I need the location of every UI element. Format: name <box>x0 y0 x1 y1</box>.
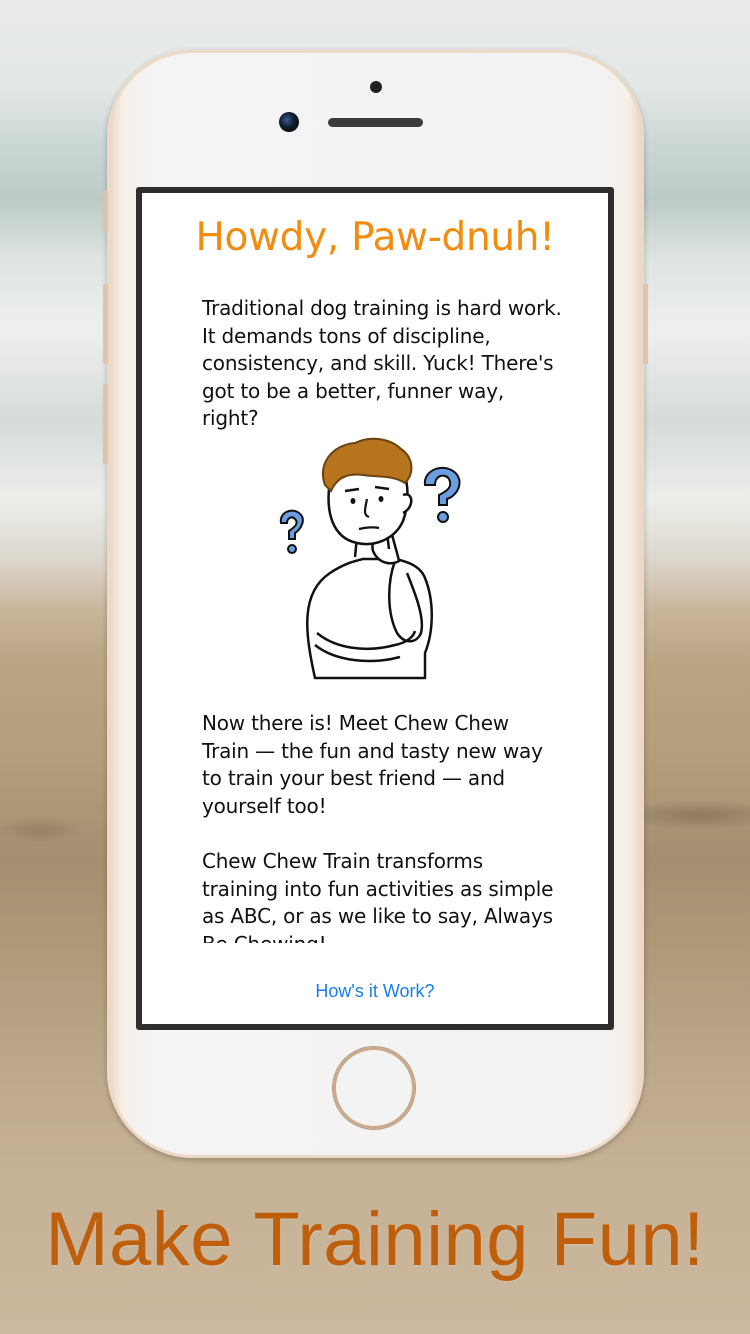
intro-paragraph-2: Now there is! Meet Chew Chew Train — the… <box>202 711 543 818</box>
power-button <box>643 284 648 364</box>
intro-paragraph-3: Chew Chew Train transforms training into… <box>202 849 554 943</box>
thinking-man-icon <box>279 437 461 680</box>
front-camera-icon <box>279 112 299 132</box>
page-title: Howdy, Paw-dnuh! <box>195 215 555 260</box>
earpiece-speaker <box>328 118 423 127</box>
mute-switch <box>103 190 108 232</box>
volume-down-button <box>103 384 108 464</box>
proximity-sensor <box>370 81 382 93</box>
home-button <box>333 1047 415 1129</box>
question-mark-icon <box>279 509 304 554</box>
app-screen: Howdy, Paw-dnuh! Traditional dog trainin… <box>142 193 608 1024</box>
volume-up-button <box>103 284 108 364</box>
intro-paragraph: Traditional dog training is hard work. I… <box>202 296 562 430</box>
promo-tagline: Make Training Fun! <box>45 1197 705 1282</box>
question-mark-icon <box>423 466 461 523</box>
how-it-works-link[interactable]: How's it Work? <box>142 981 608 1002</box>
